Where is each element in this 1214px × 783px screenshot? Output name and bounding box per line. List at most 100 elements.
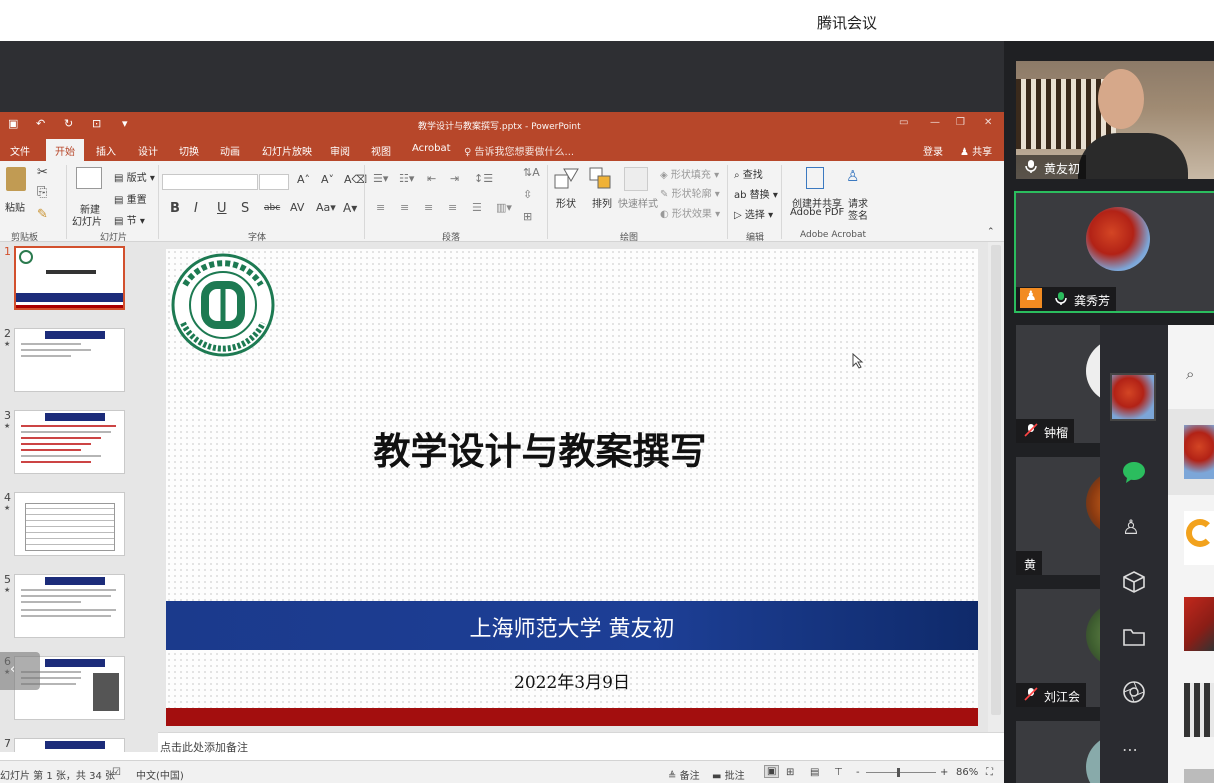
redo-icon[interactable]: ↻ <box>64 117 73 130</box>
start-from-beginning-icon[interactable]: ⊡ <box>92 117 101 130</box>
reading-view-icon[interactable]: ▤ <box>810 767 819 778</box>
members-icon[interactable]: ♙ <box>1122 515 1146 539</box>
columns-icon[interactable]: ▥▾ <box>496 201 512 214</box>
justify-icon[interactable]: ≡ <box>448 201 457 214</box>
select-button[interactable]: ▷ 选择 ▾ <box>734 206 773 221</box>
request-signature-icon[interactable]: ♙ <box>846 167 866 189</box>
change-case-icon[interactable]: Aa▾ <box>316 201 336 214</box>
align-right-icon[interactable]: ≡ <box>424 201 433 214</box>
tab-animations[interactable]: 动画 <box>220 143 240 158</box>
folder-icon[interactable] <box>1122 625 1146 649</box>
slideshow-view-icon[interactable]: ⊤ <box>834 767 843 778</box>
shapes-label[interactable]: 形状 <box>556 195 576 210</box>
increase-font-icon[interactable]: A˄ <box>297 173 310 186</box>
reset-button[interactable]: ▤ 重置 <box>114 191 147 206</box>
normal-view-icon[interactable]: ▣ <box>764 765 780 778</box>
search-icon[interactable]: ⌕ <box>1186 365 1194 383</box>
zoom-level[interactable]: 86% <box>956 767 978 778</box>
fit-slide-icon[interactable]: ⛶ <box>986 767 993 778</box>
slide-sorter-icon[interactable]: ⊞ <box>786 767 794 778</box>
tab-acrobat[interactable]: Acrobat <box>412 143 451 154</box>
layout-button[interactable]: ▤ 版式 ▾ <box>114 169 155 184</box>
panel-item-image[interactable] <box>1184 769 1214 783</box>
shape-effects-button[interactable]: ◐ 形状效果 ▾ <box>660 205 720 220</box>
notes-pane[interactable]: 点击此处添加备注 <box>158 732 1004 760</box>
increase-indent-icon[interactable]: ⇥ <box>450 172 459 185</box>
paste-label[interactable]: 粘贴 <box>5 199 25 214</box>
restore-icon[interactable]: ❐ <box>956 117 965 128</box>
request-label-2[interactable]: 签名 <box>848 207 868 222</box>
ribbon-display-icon[interactable]: ▭ <box>899 117 908 128</box>
more-icon[interactable]: ⋯ <box>1122 740 1146 764</box>
tell-me-search[interactable]: ♀ 告诉我您想要做什么... <box>464 143 574 158</box>
slide-editor[interactable]: 教学设计与教案撰写 上海师范大学 黄友初 2022年3月9日 <box>158 242 1004 732</box>
find-button[interactable]: ⌕ 查找 <box>734 166 763 181</box>
new-slide-label-2[interactable]: 幻灯片 <box>72 213 102 228</box>
shapes-icon[interactable] <box>554 167 580 191</box>
char-spacing-icon[interactable]: AV <box>290 201 304 214</box>
panel-item-image[interactable] <box>1184 683 1214 737</box>
slide-thumbnail-3[interactable] <box>14 410 125 474</box>
tab-view[interactable]: 视图 <box>371 143 391 158</box>
vertical-scrollbar[interactable] <box>988 242 1004 732</box>
decrease-indent-icon[interactable]: ⇤ <box>427 172 436 185</box>
scrollbar-thumb[interactable] <box>991 245 1001 715</box>
tab-transitions[interactable]: 切换 <box>179 143 199 158</box>
zoom-slider[interactable] <box>866 768 936 777</box>
zoom-in-icon[interactable]: + <box>940 767 948 778</box>
arrange-icon[interactable] <box>589 167 613 191</box>
create-share-label-2[interactable]: Adobe PDF <box>790 207 844 218</box>
format-painter-icon[interactable]: ✎ <box>37 207 48 222</box>
minimize-icon[interactable]: — <box>930 117 940 128</box>
slide-thumbnail-5[interactable] <box>14 574 125 638</box>
tab-file[interactable]: 文件 <box>10 143 30 158</box>
shape-outline-button[interactable]: ✎ 形状轮廓 ▾ <box>660 185 720 200</box>
slide-thumbnail-2[interactable] <box>14 328 125 392</box>
panel-item-image[interactable] <box>1184 425 1214 479</box>
section-button[interactable]: ▤ 节 ▾ <box>114 212 145 227</box>
tab-design[interactable]: 设计 <box>138 143 158 158</box>
save-icon[interactable]: ▣ <box>8 117 18 130</box>
panel-item-logo[interactable] <box>1184 511 1214 565</box>
align-center-icon[interactable]: ≡ <box>400 201 409 214</box>
shadow-icon[interactable]: S <box>241 201 249 216</box>
italic-icon[interactable]: I <box>194 201 198 216</box>
shape-fill-button[interactable]: ◈ 形状填充 ▾ <box>660 166 719 181</box>
tab-home[interactable]: 开始 <box>46 139 84 161</box>
tab-insert[interactable]: 插入 <box>96 143 116 158</box>
login-link[interactable]: 登录 <box>923 143 943 158</box>
share-button[interactable]: ♟ 共享 <box>960 143 992 158</box>
strikethrough-icon[interactable]: abc <box>264 203 280 213</box>
mini-program-icon[interactable] <box>1110 373 1156 421</box>
customize-qat-icon[interactable]: ▾ <box>122 117 128 130</box>
slide-thumbnail-1[interactable] <box>14 246 125 310</box>
spellcheck-icon[interactable]: ☑ <box>112 767 121 778</box>
copy-icon[interactable]: ⎘ <box>37 185 47 200</box>
quick-styles-icon[interactable] <box>624 167 648 191</box>
align-left-icon[interactable]: ≡ <box>376 201 385 214</box>
slide-thumbnail-7[interactable] <box>14 738 125 752</box>
new-slide-icon[interactable] <box>76 167 102 189</box>
shutter-icon[interactable] <box>1122 680 1146 704</box>
distributed-icon[interactable]: ☰ <box>472 201 482 214</box>
numbering-icon[interactable]: ☷▾ <box>399 172 414 185</box>
slide-thumbnail-4[interactable] <box>14 492 125 556</box>
text-direction-icon[interactable]: ⇅A <box>523 166 540 179</box>
tab-slideshow[interactable]: 幻灯片放映 <box>262 143 312 158</box>
current-slide[interactable]: 教学设计与教案撰写 上海师范大学 黄友初 2022年3月9日 <box>166 249 978 726</box>
arrange-label[interactable]: 排列 <box>592 195 612 210</box>
chat-icon[interactable] <box>1122 460 1146 484</box>
apps-cube-icon[interactable] <box>1122 570 1146 594</box>
quick-styles-label[interactable]: 快速样式 <box>618 195 658 210</box>
replace-button[interactable]: ab 替换 ▾ <box>734 186 778 201</box>
line-spacing-icon[interactable]: ↕☰ <box>474 172 493 185</box>
comments-toggle[interactable]: ▬ 批注 <box>712 767 745 782</box>
font-name-input[interactable] <box>162 174 258 190</box>
zoom-slider-handle[interactable] <box>897 768 900 777</box>
font-size-input[interactable] <box>259 174 289 190</box>
cut-icon[interactable]: ✂ <box>37 165 48 180</box>
bullets-icon[interactable]: ☰▾ <box>373 172 388 185</box>
collapse-ribbon-icon[interactable]: ⌃ <box>987 227 995 237</box>
panel-item-image[interactable] <box>1184 597 1214 651</box>
undo-icon[interactable]: ↶ <box>36 117 45 130</box>
